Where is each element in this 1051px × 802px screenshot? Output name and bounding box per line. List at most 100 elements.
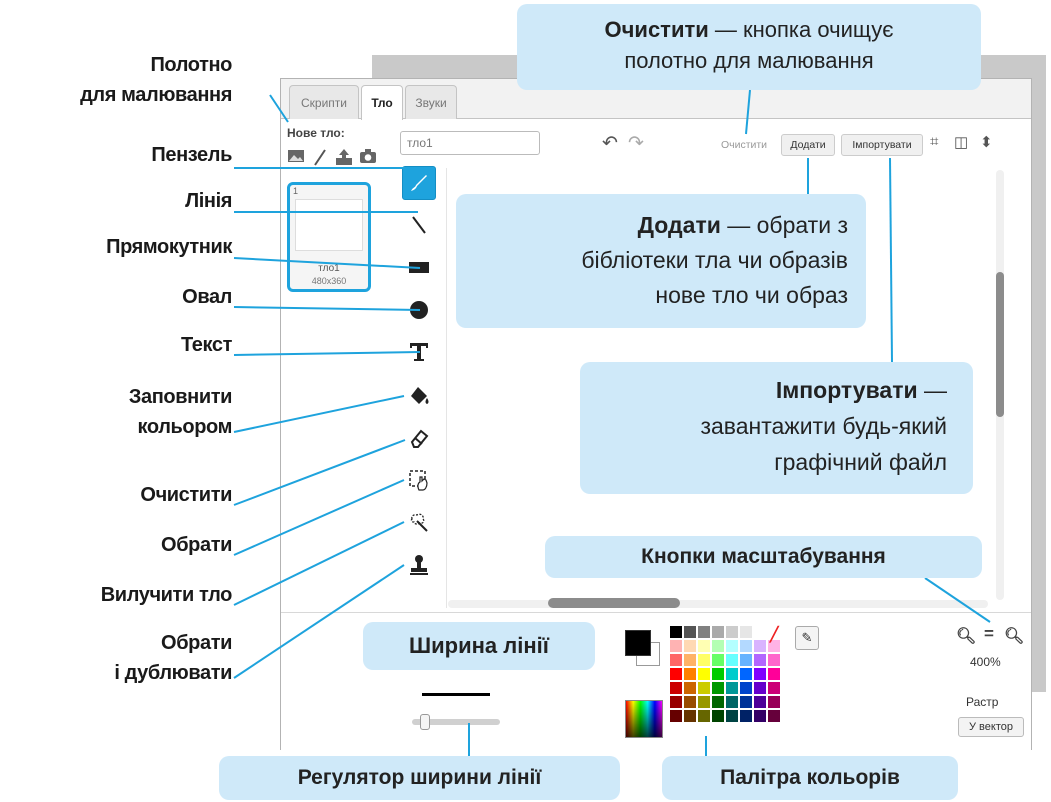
palette-swatch[interactable] bbox=[698, 668, 710, 680]
palette-swatch[interactable] bbox=[684, 626, 696, 638]
zoom-reset-icon[interactable]: = bbox=[984, 624, 994, 644]
eraser-tool[interactable] bbox=[402, 421, 436, 455]
flip-vertical-icon[interactable]: ⬍ bbox=[980, 133, 993, 151]
palette-swatch[interactable] bbox=[754, 626, 766, 638]
palette-swatch[interactable] bbox=[726, 668, 738, 680]
palette-swatch[interactable] bbox=[684, 682, 696, 694]
palette-swatch[interactable] bbox=[684, 654, 696, 666]
palette-swatch[interactable] bbox=[712, 654, 724, 666]
vertical-scrollbar[interactable] bbox=[996, 272, 1004, 417]
palette-swatch[interactable] bbox=[712, 626, 724, 638]
crop-icon[interactable]: ⌗ bbox=[930, 133, 938, 150]
palette-swatch[interactable] bbox=[754, 710, 766, 722]
rectangle-tool[interactable] bbox=[402, 250, 436, 284]
palette-swatch[interactable] bbox=[712, 710, 724, 722]
upload-icon[interactable] bbox=[335, 148, 353, 166]
palette-swatch[interactable] bbox=[768, 654, 780, 666]
palette-swatch[interactable] bbox=[740, 682, 752, 694]
palette-swatch[interactable] bbox=[670, 668, 682, 680]
zoom-in-icon[interactable]: 🔍︎ bbox=[1004, 626, 1024, 646]
palette-swatch[interactable] bbox=[740, 654, 752, 666]
tab-sounds[interactable]: Звуки bbox=[405, 85, 457, 119]
palette-swatch[interactable] bbox=[712, 682, 724, 694]
palette-swatch[interactable] bbox=[712, 640, 724, 652]
palette-swatch[interactable] bbox=[754, 668, 766, 680]
color-picker-button[interactable]: ✎ bbox=[795, 626, 819, 650]
redo-icon[interactable]: ↷ bbox=[628, 132, 644, 155]
palette-swatch[interactable] bbox=[698, 626, 710, 638]
color-palette[interactable] bbox=[670, 626, 780, 722]
add-button[interactable]: Додати bbox=[781, 134, 835, 156]
label-eraser: Очистити bbox=[140, 484, 232, 506]
palette-swatch[interactable] bbox=[698, 710, 710, 722]
brush-tool[interactable] bbox=[402, 166, 436, 200]
primary-color-swatch[interactable] bbox=[625, 630, 651, 656]
line-tool[interactable] bbox=[402, 208, 436, 242]
ellipse-tool[interactable] bbox=[402, 293, 436, 327]
palette-swatch[interactable] bbox=[768, 682, 780, 694]
palette-swatch[interactable] bbox=[740, 640, 752, 652]
label-select: Обрати bbox=[161, 534, 232, 556]
palette-swatch[interactable] bbox=[670, 696, 682, 708]
camera-icon[interactable] bbox=[359, 148, 377, 166]
undo-icon[interactable]: ↶ bbox=[602, 132, 618, 155]
palette-swatch[interactable] bbox=[768, 710, 780, 722]
palette-swatch[interactable] bbox=[768, 668, 780, 680]
palette-swatch[interactable] bbox=[698, 654, 710, 666]
rectangle-icon bbox=[409, 262, 429, 273]
palette-swatch[interactable] bbox=[684, 668, 696, 680]
palette-swatch[interactable] bbox=[698, 682, 710, 694]
horizontal-scrollbar-track[interactable] bbox=[448, 600, 988, 608]
palette-swatch[interactable] bbox=[726, 696, 738, 708]
select-tool[interactable] bbox=[402, 463, 436, 497]
palette-swatch[interactable] bbox=[754, 682, 766, 694]
palette-swatch[interactable] bbox=[712, 668, 724, 680]
palette-swatch[interactable] bbox=[740, 696, 752, 708]
clear-button[interactable]: Очистити bbox=[714, 134, 774, 156]
palette-swatch[interactable] bbox=[740, 710, 752, 722]
convert-to-vector-button[interactable]: У вектор bbox=[958, 717, 1024, 737]
flip-horizontal-icon[interactable]: ◫ bbox=[954, 133, 968, 151]
palette-swatch[interactable] bbox=[726, 682, 738, 694]
tab-scripts[interactable]: Скрипти bbox=[289, 85, 359, 119]
palette-swatch[interactable] bbox=[754, 654, 766, 666]
palette-swatch[interactable] bbox=[670, 654, 682, 666]
palette-swatch[interactable] bbox=[670, 626, 682, 638]
backdrop-thumbnail[interactable]: 1 тло1 480x360 bbox=[287, 182, 371, 292]
horizontal-scrollbar[interactable] bbox=[548, 598, 680, 608]
palette-swatch[interactable] bbox=[740, 626, 752, 638]
remove-background-tool[interactable] bbox=[402, 505, 436, 539]
color-spectrum-button[interactable] bbox=[625, 700, 663, 738]
palette-swatch[interactable] bbox=[768, 696, 780, 708]
palette-swatch[interactable] bbox=[712, 696, 724, 708]
backdrop-name-input[interactable] bbox=[400, 131, 540, 155]
palette-swatch[interactable] bbox=[726, 710, 738, 722]
palette-swatch[interactable] bbox=[670, 710, 682, 722]
image-icon[interactable] bbox=[287, 148, 305, 166]
callout-import: Імпортувати — завантажити будь-який граф… bbox=[580, 362, 973, 494]
palette-swatch[interactable] bbox=[726, 654, 738, 666]
palette-swatch[interactable] bbox=[684, 710, 696, 722]
palette-swatch[interactable] bbox=[698, 640, 710, 652]
transparent-color-icon[interactable]: ╱ bbox=[770, 626, 778, 643]
palette-swatch[interactable] bbox=[684, 696, 696, 708]
palette-swatch[interactable] bbox=[670, 682, 682, 694]
palette-swatch[interactable] bbox=[726, 626, 738, 638]
palette-swatch[interactable] bbox=[670, 640, 682, 652]
line-width-slider-handle[interactable] bbox=[420, 714, 430, 730]
fill-tool[interactable] bbox=[402, 379, 436, 413]
palette-swatch[interactable] bbox=[740, 668, 752, 680]
import-button[interactable]: Імпортувати bbox=[841, 134, 923, 156]
paint-icon[interactable] bbox=[311, 148, 329, 166]
palette-swatch[interactable] bbox=[754, 640, 766, 652]
select-icon bbox=[409, 470, 428, 491]
palette-swatch[interactable] bbox=[684, 640, 696, 652]
palette-swatch[interactable] bbox=[726, 640, 738, 652]
stamp-tool[interactable] bbox=[402, 548, 436, 582]
zoom-out-icon[interactable]: 🔍︎ bbox=[956, 626, 976, 646]
tab-backdrops[interactable]: Тло bbox=[361, 85, 403, 120]
palette-swatch[interactable] bbox=[698, 696, 710, 708]
label-canvas: Полотно для малювання bbox=[80, 54, 232, 106]
text-tool[interactable] bbox=[402, 335, 436, 369]
palette-swatch[interactable] bbox=[754, 696, 766, 708]
